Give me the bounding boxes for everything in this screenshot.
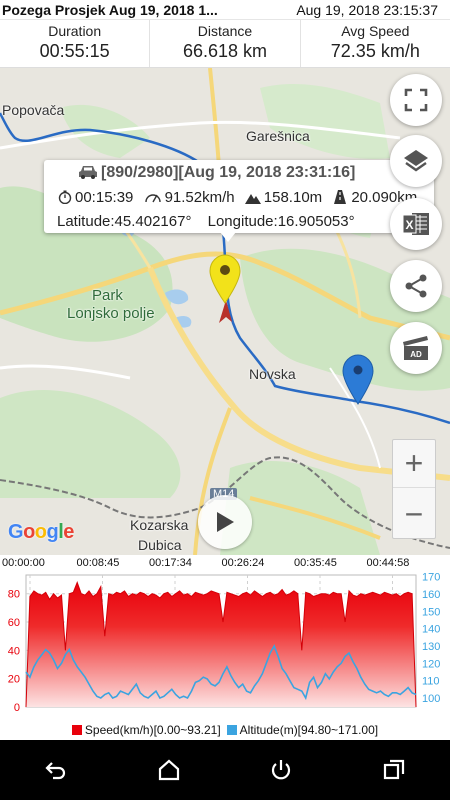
left-axis-tick-label: 20 bbox=[8, 674, 20, 686]
share-button[interactable] bbox=[390, 260, 442, 312]
right-axis-tick-label: 160 bbox=[422, 589, 440, 601]
fullscreen-button[interactable] bbox=[390, 74, 442, 126]
legend-altitude: Altitude(m)[94.80~171.00] bbox=[226, 722, 379, 737]
popup-point-line: [890/2980][Aug 19, 2018 23:31:16] bbox=[78, 164, 355, 182]
left-axis-tick-label: 80 bbox=[8, 589, 20, 601]
time-tick-label: 00:08:45 bbox=[76, 557, 120, 569]
speed-altitude-chart[interactable]: 00:00:00 00:08:45 00:17:34 00:26:24 00:35:45… bbox=[0, 555, 450, 740]
map-label-popovaca: Popovača bbox=[2, 102, 65, 118]
current-position-marker[interactable] bbox=[207, 254, 243, 304]
time-tick-label: 00:17:34 bbox=[149, 557, 192, 569]
stat-value: 00:55:15 bbox=[39, 41, 110, 61]
zoom-control: + − bbox=[392, 439, 436, 539]
stat-label: Avg Speed bbox=[341, 23, 410, 39]
road-distance-icon bbox=[334, 190, 347, 204]
play-icon bbox=[217, 512, 234, 532]
google-logo: Google bbox=[8, 521, 74, 543]
stat-label: Duration bbox=[48, 23, 102, 39]
time-tick-label: 00:35:45 bbox=[294, 557, 337, 569]
system-nav-bar bbox=[0, 740, 450, 800]
stat-avg-speed: Avg Speed 72.35 km/h bbox=[301, 20, 450, 67]
time-axis: 00:00:00 00:08:45 00:17:34 00:26:24 00:35:45… bbox=[0, 555, 450, 571]
nav-power-button[interactable] bbox=[251, 740, 311, 800]
map-view[interactable]: Popovača Garešnica Park Lonjsko polje No… bbox=[0, 68, 450, 555]
layers-button[interactable] bbox=[390, 135, 442, 187]
right-axis-tick-label: 140 bbox=[422, 624, 440, 636]
video-ad-button[interactable]: AD bbox=[390, 322, 442, 374]
map-label-dubica: Dubica bbox=[138, 537, 182, 553]
popup-latitude: Latitude:45.402167° bbox=[57, 213, 192, 230]
stats-bar: Duration 00:55:15 Distance 66.618 km Avg… bbox=[0, 20, 450, 68]
legend-speed-swatch bbox=[71, 724, 82, 735]
stat-label: Distance bbox=[197, 23, 253, 39]
export-excel-button[interactable]: X bbox=[390, 198, 442, 250]
legend-speed: Speed(km/h)[0.00~93.21] bbox=[71, 722, 221, 737]
right-axis-tick-label: 120 bbox=[422, 658, 440, 670]
play-button[interactable] bbox=[198, 495, 252, 549]
zoom-out-button[interactable]: − bbox=[393, 490, 435, 538]
popup-elapsed: 00:15:39 bbox=[75, 189, 134, 206]
svg-text:AD: AD bbox=[410, 350, 422, 359]
map-label-lonjsko-polje: Lonjsko polje bbox=[67, 305, 155, 322]
map-label-kozarska: Kozarska bbox=[130, 517, 189, 533]
right-axis-tick-label: 150 bbox=[422, 606, 440, 618]
layers-icon bbox=[404, 150, 428, 172]
track-title[interactable]: Pozega Prosjek Aug 19, 2018 1... bbox=[2, 2, 252, 18]
excel-icon: X bbox=[402, 213, 429, 235]
stat-distance: Distance 66.618 km bbox=[150, 20, 301, 67]
popup-altitude: 158.10m bbox=[263, 189, 323, 206]
stopwatch-icon bbox=[58, 190, 72, 204]
time-tick-label: 00:00:00 bbox=[2, 557, 45, 569]
right-axis-tick-label: 110 bbox=[422, 676, 440, 688]
car-icon bbox=[79, 166, 97, 179]
recents-icon bbox=[383, 759, 404, 780]
stat-value: 72.35 km/h bbox=[330, 41, 420, 61]
left-axis-tick-label: 60 bbox=[8, 617, 20, 629]
video-ad-icon: AD bbox=[403, 336, 428, 360]
time-tick-label: 00:44:58 bbox=[366, 557, 410, 569]
left-axis-tick-label: 40 bbox=[8, 645, 20, 657]
stat-value: 66.618 km bbox=[182, 41, 268, 61]
legend-speed-label: Speed(km/h)[0.00~93.21] bbox=[84, 722, 221, 737]
top-bar: Pozega Prosjek Aug 19, 2018 1... Aug 19,… bbox=[0, 0, 450, 20]
popup-coords-line: Latitude:45.402167° Longitude:16.905053° bbox=[57, 213, 355, 230]
mountain-icon bbox=[244, 194, 261, 204]
fullscreen-icon bbox=[404, 88, 428, 112]
popup-point-text: [890/2980][Aug 19, 2018 23:31:16] bbox=[101, 164, 356, 181]
map-label-garesnica: Garešnica bbox=[246, 128, 310, 144]
nav-back-button[interactable] bbox=[26, 740, 86, 800]
map-label-park: Park bbox=[92, 287, 123, 304]
time-tick-label: 00:26:24 bbox=[221, 557, 265, 569]
popup-speed: 91.52km/h bbox=[164, 189, 235, 206]
chart-legend: Speed(km/h)[0.00~93.21] Altitude(m)[94.8… bbox=[0, 719, 450, 740]
power-icon bbox=[272, 760, 291, 780]
svg-text:X: X bbox=[405, 218, 413, 232]
right-axis-tick-label: 170 bbox=[422, 572, 440, 584]
chart-plot: 0 20 40 60 80 100 110 120 130 140 150 160 170 bbox=[8, 572, 441, 714]
legend-altitude-swatch bbox=[226, 724, 237, 735]
right-axis-tick-label: 130 bbox=[422, 641, 440, 653]
nav-home-button[interactable] bbox=[139, 740, 199, 800]
home-icon bbox=[158, 759, 179, 781]
right-axis-tick-label: 100 bbox=[422, 693, 440, 705]
zoom-in-button[interactable]: + bbox=[393, 440, 435, 488]
speedometer-icon bbox=[144, 194, 161, 203]
track-timestamp: Aug 19, 2018 23:15:37 bbox=[296, 2, 438, 18]
popup-tail bbox=[220, 232, 236, 242]
left-axis-tick-label: 0 bbox=[14, 702, 20, 714]
track-point-popup[interactable]: [890/2980][Aug 19, 2018 23:31:16] 00:15:… bbox=[44, 160, 434, 233]
share-icon bbox=[405, 274, 427, 298]
back-icon bbox=[45, 762, 66, 780]
popup-metrics-line: 00:15:39 91.52km/h 158.10m 20.090km bbox=[58, 189, 417, 206]
stat-duration: Duration 00:55:15 bbox=[0, 20, 151, 67]
popup-longitude: Longitude:16.905053° bbox=[207, 213, 355, 230]
map-label-novska: Novska bbox=[249, 366, 296, 382]
nav-recents-button[interactable] bbox=[364, 740, 424, 800]
legend-altitude-label: Altitude(m)[94.80~171.00] bbox=[239, 722, 379, 737]
end-position-marker[interactable] bbox=[340, 353, 376, 405]
